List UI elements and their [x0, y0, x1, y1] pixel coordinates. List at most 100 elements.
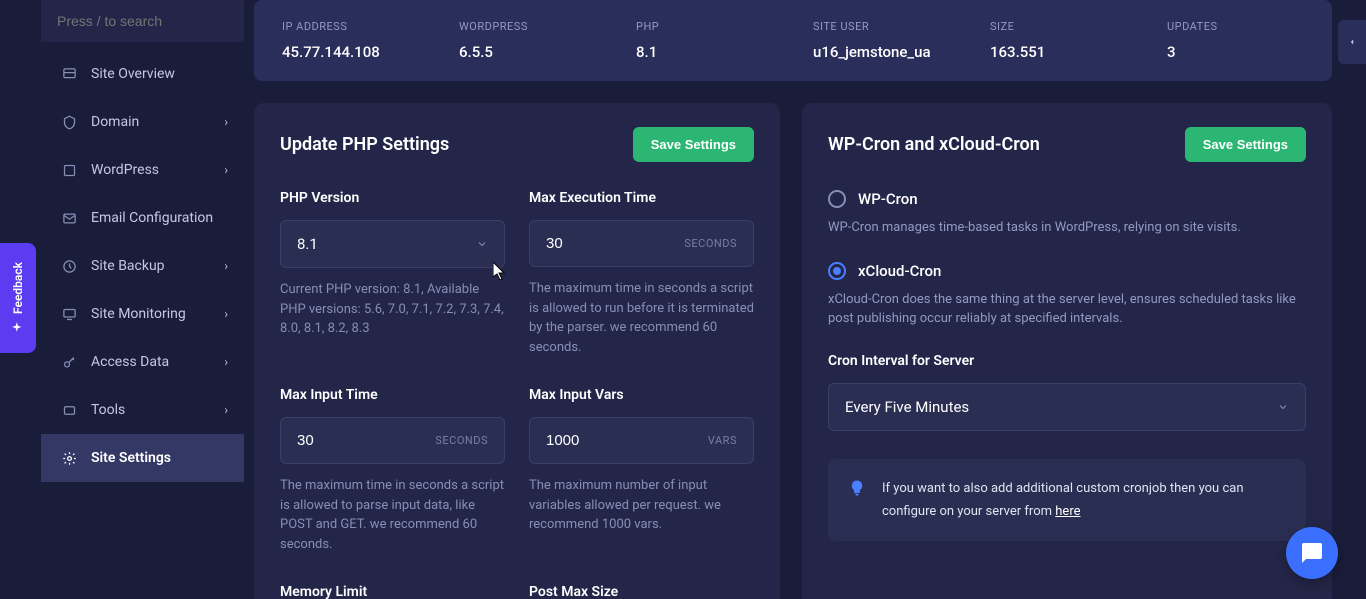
overview-icon	[61, 66, 77, 82]
shield-icon	[61, 114, 77, 130]
nav-label: Site Monitoring	[91, 306, 186, 322]
wp-cron-desc: WP-Cron manages time-based tasks in Word…	[828, 218, 1306, 238]
nav-label: Email Configuration	[91, 210, 213, 226]
sidebar-item-backup[interactable]: Site Backup ›	[41, 242, 244, 290]
info-label: UPDATES	[1167, 20, 1304, 33]
wp-cron-radio[interactable]: WP-Cron	[828, 190, 1306, 208]
gear-icon	[61, 450, 77, 466]
max-exec-help: The maximum time in seconds a script is …	[529, 279, 754, 357]
search-input[interactable]	[57, 13, 238, 29]
info-wordpress: WORDPRESS 6.5.5	[459, 20, 596, 61]
mail-icon	[61, 210, 77, 226]
info-bar: IP ADDRESS 45.77.144.108 WORDPRESS 6.5.5…	[254, 0, 1332, 81]
info-site-user: SITE USER u16_jemstone_ua	[813, 20, 950, 61]
info-value: 163.551	[990, 43, 1127, 61]
info-label: WORDPRESS	[459, 20, 596, 33]
chevron-left-icon	[1347, 37, 1357, 47]
sparkle-icon	[11, 320, 25, 334]
here-link[interactable]: here	[1055, 504, 1080, 519]
select-value: Every Five Minutes	[845, 398, 969, 416]
max-input-vars-label: Max Input Vars	[529, 387, 754, 403]
info-label: IP ADDRESS	[282, 20, 419, 33]
sidebar-item-wordpress[interactable]: WordPress ›	[41, 146, 244, 194]
radio-icon	[828, 190, 846, 208]
post-max-label: Post Max Size	[529, 584, 754, 599]
nav-label: Access Data	[91, 354, 169, 370]
nav-label: Site Settings	[91, 450, 171, 466]
php-settings-panel: Update PHP Settings Save Settings PHP Ve…	[254, 103, 780, 599]
panel-title: WP-Cron and xCloud-Cron	[828, 134, 1040, 155]
max-exec-label: Max Execution Time	[529, 190, 754, 206]
max-input-time-label: Max Input Time	[280, 387, 505, 403]
php-version-label: PHP Version	[280, 190, 505, 206]
nav-label: Tools	[91, 402, 125, 418]
max-input-vars-input[interactable]	[546, 432, 661, 449]
sidebar-item-tools[interactable]: Tools ›	[41, 386, 244, 434]
save-cron-button[interactable]: Save Settings	[1185, 127, 1306, 162]
unit-label: SECONDS	[684, 237, 737, 250]
info-value: 8.1	[636, 43, 773, 61]
info-php: PHP 8.1	[636, 20, 773, 61]
chevron-right-icon: ›	[224, 259, 228, 273]
info-label: PHP	[636, 20, 773, 33]
chevron-down-icon	[476, 238, 488, 250]
chevron-right-icon: ›	[224, 307, 228, 321]
radio-label: WP-Cron	[858, 190, 918, 208]
php-version-help: Current PHP version: 8.1, Available PHP …	[280, 280, 505, 339]
wordpress-icon	[61, 162, 77, 178]
max-exec-input[interactable]	[546, 235, 661, 252]
unit-label: VARS	[708, 434, 737, 447]
nav-label: Site Backup	[91, 258, 165, 274]
chat-icon	[1300, 541, 1324, 565]
info-ip: IP ADDRESS 45.77.144.108	[282, 20, 419, 61]
cron-panel: WP-Cron and xCloud-Cron Save Settings WP…	[802, 103, 1332, 599]
nav-label: Domain	[91, 114, 139, 130]
php-version-select[interactable]: 8.1	[280, 220, 505, 268]
sidebar-item-site-overview[interactable]: Site Overview	[41, 50, 244, 98]
cron-interval-label: Cron Interval for Server	[828, 353, 1306, 369]
max-input-time-input[interactable]	[297, 432, 412, 449]
monitor-icon	[61, 306, 77, 322]
info-label: SITE USER	[813, 20, 950, 33]
info-value: 3	[1167, 43, 1304, 61]
sidebar-item-email[interactable]: Email Configuration	[41, 194, 244, 242]
right-collapse-toggle[interactable]	[1338, 20, 1366, 64]
search-box[interactable]	[41, 0, 244, 42]
save-php-button[interactable]: Save Settings	[633, 127, 754, 162]
feedback-tab[interactable]: Feedback	[0, 243, 36, 353]
sidebar-item-monitoring[interactable]: Site Monitoring ›	[41, 290, 244, 338]
info-size: SIZE 163.551	[990, 20, 1127, 61]
radio-icon-checked	[828, 262, 846, 280]
main-content: IP ADDRESS 45.77.144.108 WORDPRESS 6.5.5…	[254, 0, 1332, 599]
cron-info-box: If you want to also add additional custo…	[828, 459, 1306, 542]
nav-label: WordPress	[91, 162, 159, 178]
panel-title: Update PHP Settings	[280, 134, 449, 155]
tools-icon	[61, 402, 77, 418]
backup-icon	[61, 258, 77, 274]
sidebar-item-site-settings[interactable]: Site Settings	[41, 434, 244, 482]
select-value: 8.1	[297, 235, 318, 253]
xcloud-cron-radio[interactable]: xCloud-Cron	[828, 262, 1306, 280]
feedback-label: Feedback	[11, 262, 25, 314]
info-label: SIZE	[990, 20, 1127, 33]
chevron-right-icon: ›	[224, 403, 228, 417]
chevron-right-icon: ›	[224, 115, 228, 129]
xcloud-cron-desc: xCloud-Cron does the same thing at the s…	[828, 290, 1306, 329]
info-value: 6.5.5	[459, 43, 596, 61]
chat-fab[interactable]	[1286, 527, 1338, 579]
info-value: 45.77.144.108	[282, 43, 419, 61]
chevron-right-icon: ›	[224, 355, 228, 369]
sidebar: Site Overview Domain › WordPress › Email…	[41, 0, 244, 599]
key-icon	[61, 354, 77, 370]
chevron-right-icon: ›	[224, 163, 228, 177]
sidebar-item-access[interactable]: Access Data ›	[41, 338, 244, 386]
sidebar-item-domain[interactable]: Domain ›	[41, 98, 244, 146]
unit-label: SECONDS	[435, 434, 488, 447]
max-input-time-help: The maximum time in seconds a script is …	[280, 476, 505, 554]
info-updates: UPDATES 3	[1167, 20, 1304, 61]
radio-label: xCloud-Cron	[858, 262, 941, 280]
lightbulb-icon	[848, 479, 866, 497]
info-value: u16_jemstone_ua	[813, 43, 950, 61]
info-box-text: If you want to also add additional custo…	[882, 477, 1286, 524]
cron-interval-select[interactable]: Every Five Minutes	[828, 383, 1306, 431]
